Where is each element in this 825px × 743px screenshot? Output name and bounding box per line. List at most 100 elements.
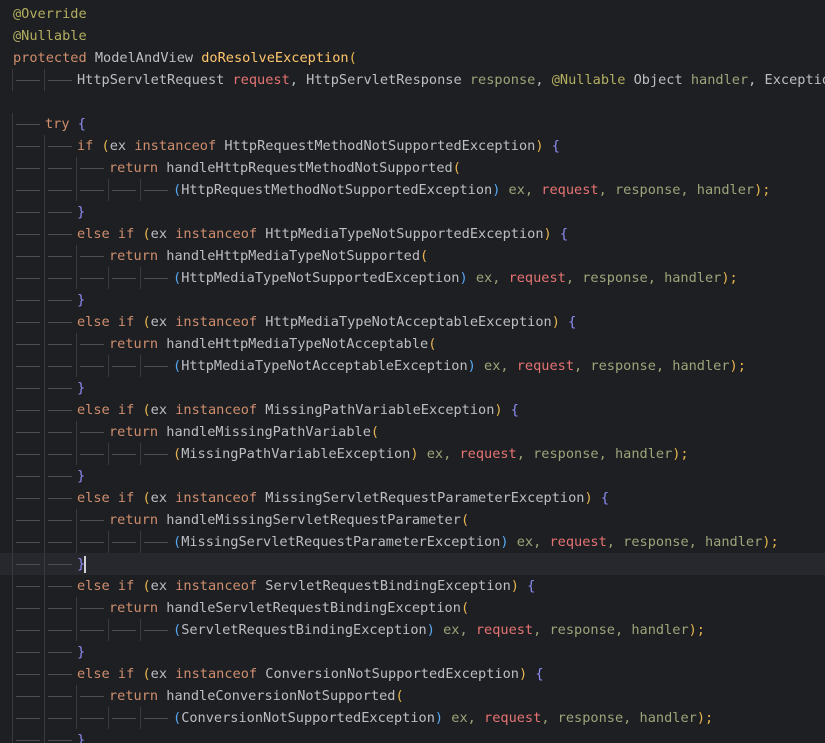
- code-token: HttpRequestMethodNotSupportedException: [181, 182, 493, 198]
- code-line[interactable]: @Nullable: [0, 25, 825, 47]
- indent-guide: [76, 421, 77, 443]
- code-line[interactable]: try {: [0, 113, 825, 135]
- indent-guide: [76, 355, 77, 377]
- code-text: return handleHttpMediaTypeNotSupported(: [109, 245, 428, 267]
- indent-guide: [12, 641, 13, 663]
- code-token: (: [452, 160, 461, 176]
- code-line[interactable]: else if (ex instanceof MissingPathVariab…: [0, 399, 825, 421]
- indent-guide: [108, 531, 109, 553]
- whitespace-marker: [144, 366, 168, 367]
- code-editor[interactable]: @Override @Nullable protected ModelAndView…: [0, 0, 825, 743]
- code-text: HttpServletRequest request, HttpServletR…: [77, 69, 825, 91]
- code-line[interactable]: return handleMissingPathVariable(: [0, 421, 825, 443]
- code-line[interactable]: (ServletRequestBindingException) ex, req…: [0, 619, 825, 641]
- indent-guide: [12, 355, 13, 377]
- code-line[interactable]: (HttpMediaTypeNotSupportedException) ex,…: [0, 267, 825, 289]
- indent-guide: [44, 377, 45, 399]
- code-token: }: [77, 468, 86, 484]
- indent-guide: [76, 157, 77, 179]
- code-token: }: [77, 292, 86, 308]
- whitespace-marker: [48, 190, 72, 191]
- code-line[interactable]: return handleConversionNotSupported(: [0, 685, 825, 707]
- indent-guide: [108, 707, 109, 729]
- code-line[interactable]: }: [0, 465, 825, 487]
- code-line[interactable]: return handleHttpMediaTypeNotAcceptable(: [0, 333, 825, 355]
- code-token: );: [672, 446, 689, 462]
- code-line[interactable]: else if (ex instanceof ConversionNotSupp…: [0, 663, 825, 685]
- code-line[interactable]: HttpServletRequest request, HttpServletR…: [0, 69, 825, 91]
- code-text: (HttpMediaTypeNotAcceptableException) ex…: [173, 355, 746, 377]
- code-token: (: [93, 138, 110, 154]
- code-token: ex: [150, 402, 176, 418]
- code-token: }: [77, 732, 86, 743]
- whitespace-marker: [80, 630, 104, 631]
- code-token: ex,: [508, 534, 550, 550]
- code-line[interactable]: return handleServletRequestBindingExcept…: [0, 597, 825, 619]
- code-line[interactable]: else if (ex instanceof HttpMediaTypeNotS…: [0, 223, 825, 245]
- code-line[interactable]: }: [0, 201, 825, 223]
- code-token: Object: [625, 72, 691, 88]
- code-token: }: [77, 380, 86, 396]
- code-line[interactable]: (MissingServletRequestParameterException…: [0, 531, 825, 553]
- code-line[interactable]: if (ex instanceof HttpRequestMethodNotSu…: [0, 135, 825, 157]
- whitespace-marker: [16, 608, 40, 609]
- whitespace-marker: [80, 542, 104, 543]
- code-line[interactable]: return handleHttpMediaTypeNotSupported(: [0, 245, 825, 267]
- indent-guide: [44, 289, 45, 311]
- code-token: );: [721, 270, 738, 286]
- whitespace-marker: [80, 454, 104, 455]
- code-line[interactable]: return handleMissingServletRequestParame…: [0, 509, 825, 531]
- code-token: , response, handler: [516, 446, 673, 462]
- code-line[interactable]: [0, 91, 825, 113]
- code-token: }: [77, 644, 86, 660]
- code-token: protected: [13, 50, 87, 66]
- whitespace-marker: [16, 520, 40, 521]
- indent-guide: [12, 421, 13, 443]
- code-line[interactable]: (HttpRequestMethodNotSupportedException)…: [0, 179, 825, 201]
- whitespace-marker: [16, 124, 40, 125]
- code-token: handleHttpMediaTypeNotAcceptable: [158, 336, 429, 352]
- indent-guide: [44, 641, 45, 663]
- code-line[interactable]: }: [0, 289, 825, 311]
- code-token: handleServletRequestBindingException: [158, 600, 461, 616]
- whitespace-marker: [48, 520, 72, 521]
- code-token: (: [134, 226, 151, 242]
- indent-guide: [140, 179, 141, 201]
- code-line[interactable]: return handleHttpRequestMethodNotSupport…: [0, 157, 825, 179]
- indent-guide: [44, 157, 45, 179]
- code-token: else if: [77, 666, 135, 682]
- code-token: );: [729, 358, 746, 374]
- whitespace-marker: [48, 300, 72, 301]
- whitespace-marker: [80, 278, 104, 279]
- code-token: {: [518, 578, 536, 594]
- code-token: HttpMediaTypeNotSupportedException: [181, 270, 460, 286]
- indent-guide: [44, 465, 45, 487]
- whitespace-marker: [16, 542, 40, 543]
- code-line[interactable]: else if (ex instanceof MissingServletReq…: [0, 487, 825, 509]
- whitespace-marker: [16, 300, 40, 301]
- whitespace-marker: [80, 432, 104, 433]
- indent-guide: [12, 201, 13, 223]
- code-line[interactable]: (HttpMediaTypeNotAcceptableException) ex…: [0, 355, 825, 377]
- code-text: try {: [45, 113, 86, 135]
- indent-guide: [44, 553, 45, 575]
- code-text: }: [77, 377, 85, 399]
- code-line[interactable]: @Override: [0, 3, 825, 25]
- code-token: ): [584, 490, 593, 506]
- code-line[interactable]: protected ModelAndView doResolveExceptio…: [0, 47, 825, 69]
- code-line[interactable]: }: [0, 553, 825, 575]
- code-text: (HttpMediaTypeNotSupportedException) ex,…: [173, 267, 738, 289]
- code-line[interactable]: }: [0, 729, 825, 743]
- indent-guide: [76, 443, 77, 465]
- code-line[interactable]: }: [0, 377, 825, 399]
- code-line[interactable]: (MissingPathVariableException) ex, reque…: [0, 443, 825, 465]
- indent-guide: [76, 707, 77, 729]
- indent-guide: [44, 179, 45, 201]
- code-line[interactable]: (ConversionNotSupportedException) ex, re…: [0, 707, 825, 729]
- indent-guide: [12, 223, 13, 245]
- code-line[interactable]: }: [0, 641, 825, 663]
- code-line[interactable]: else if (ex instanceof HttpMediaTypeNotA…: [0, 311, 825, 333]
- code-token: request: [549, 534, 607, 550]
- code-token: ): [510, 578, 519, 594]
- code-line[interactable]: else if (ex instanceof ServletRequestBin…: [0, 575, 825, 597]
